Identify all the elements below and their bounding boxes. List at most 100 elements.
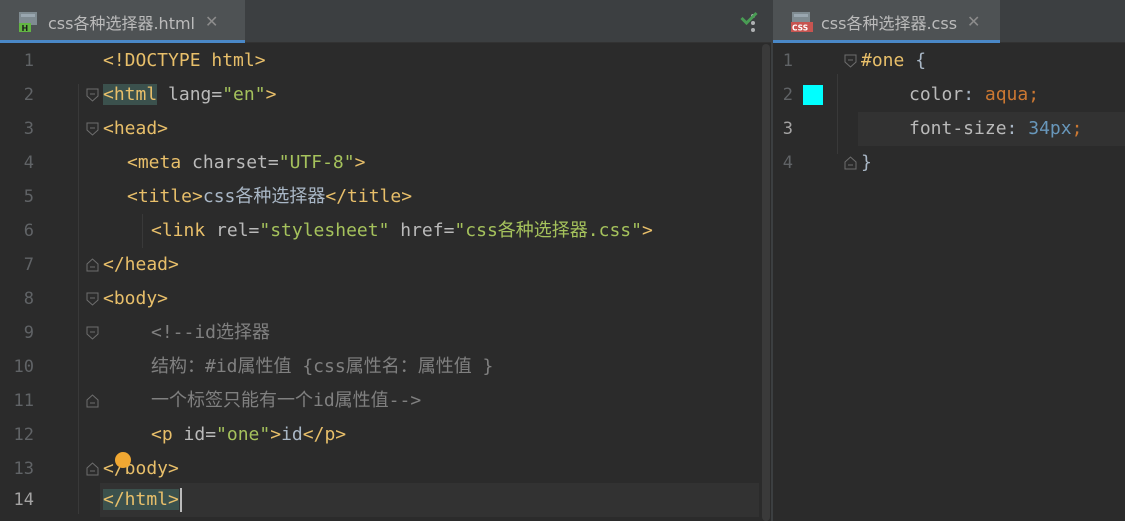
- attr-value: "stylesheet": [259, 220, 390, 241]
- css-line-1: #one {: [861, 44, 926, 78]
- attr-value: "en": [222, 84, 266, 105]
- css-line-4: }: [861, 146, 872, 180]
- title-text: css各种选择器: [202, 186, 326, 207]
- code-line-6: <link rel="stylesheet" href="css各种选择器.cs…: [151, 214, 653, 248]
- colon: :: [1006, 118, 1029, 139]
- html-close-tag: </html>: [103, 489, 179, 510]
- fold-open-icon[interactable]: [86, 326, 99, 340]
- code-line-3: <head>: [103, 112, 168, 146]
- fold-close-icon[interactable]: [86, 258, 99, 272]
- active-tab-indicator: [773, 40, 1000, 43]
- css-code-editor[interactable]: 1 2 3 4 #one { color: aqua; font-size: 3…: [773, 44, 1125, 521]
- fold-open-icon[interactable]: [86, 292, 99, 306]
- title-close-tag: </title>: [325, 186, 413, 207]
- open-brace: {: [904, 50, 927, 71]
- html-file-icon: H: [18, 11, 40, 33]
- css-file-icon: CSS: [791, 11, 813, 33]
- line-number: 11: [13, 391, 34, 411]
- head-close-tag: </head>: [103, 254, 179, 275]
- code-line-11: 一个标签只能有一个id属性值-->: [151, 384, 421, 418]
- code-line-4: <meta charset="UTF-8">: [127, 146, 365, 180]
- attr-name: rel=: [205, 220, 260, 241]
- close-icon[interactable]: ✕: [205, 12, 218, 31]
- attr-name: lang=: [157, 84, 223, 105]
- tab-html-file[interactable]: H css各种选择器.html ✕: [0, 0, 245, 43]
- line-number: 6: [23, 221, 34, 241]
- tab-css-title: css各种选择器.css: [821, 13, 958, 33]
- indent-guide: [78, 84, 79, 514]
- code-line-14: </html>: [103, 483, 182, 517]
- doctype: <!DOCTYPE html>: [103, 50, 266, 71]
- line-number: 3: [23, 119, 34, 139]
- line-number: 1: [23, 51, 34, 71]
- color-preview-swatch[interactable]: [803, 85, 823, 105]
- line-number: 10: [13, 357, 34, 377]
- line-number: 7: [23, 255, 34, 275]
- line-number: 5: [23, 187, 34, 207]
- html-code-editor[interactable]: 1 2 3 4 5 6 7 8 9 10 11 12 13 14 <!DOCTY…: [0, 44, 771, 521]
- indent-guide: [837, 74, 838, 154]
- attr-name: id=: [172, 424, 217, 445]
- line-number: 13: [13, 459, 34, 479]
- css-property: font-size: [909, 118, 1007, 139]
- css-property: color: [909, 84, 964, 105]
- fold-close-icon[interactable]: [86, 462, 99, 476]
- css-selector: #one: [861, 50, 905, 71]
- fold-open-icon[interactable]: [86, 122, 99, 136]
- comment: 结构：#id属性值 {css属性名：属性值 }: [151, 356, 494, 377]
- check-icon[interactable]: [740, 10, 758, 29]
- code-line-5: <title>css各种选择器</title>: [127, 180, 412, 214]
- p-close-tag: </p>: [302, 424, 347, 445]
- text-cursor: [179, 488, 182, 512]
- fold-open-icon[interactable]: [844, 54, 857, 68]
- svg-text:CSS: CSS: [792, 23, 808, 32]
- line-number: 1: [782, 51, 793, 71]
- colon: :: [963, 84, 985, 105]
- css-line-3: font-size: 34px;: [909, 112, 1082, 146]
- fold-open-icon[interactable]: [86, 88, 99, 102]
- line-number-current: 3: [782, 119, 793, 139]
- title-open-tag: <title>: [127, 186, 203, 207]
- body-open-tag: <body>: [103, 288, 169, 309]
- line-number: 2: [782, 85, 793, 105]
- attr-name: href=: [389, 220, 455, 241]
- p-text: id: [281, 424, 303, 445]
- intention-bulb-icon[interactable]: [115, 452, 131, 468]
- tag-close: >: [642, 220, 653, 241]
- html-open-tag: <html: [103, 84, 158, 105]
- code-line-7: </head>: [103, 248, 179, 282]
- css-value: aqua: [984, 84, 1029, 105]
- attr-name: charset=: [181, 152, 279, 173]
- comment: 一个标签只能有一个id属性值-->: [151, 390, 422, 411]
- tab-css-file[interactable]: CSS css各种选择器.css ✕: [773, 0, 1000, 43]
- html-editor-pane: H css各种选择器.html ✕ 1 2 3 4 5 6 7 8 9 10 1…: [0, 0, 771, 521]
- line-number-gutter: 1 2 3 4 5 6 7 8 9 10 11 12 13 14: [0, 44, 100, 521]
- line-number-gutter: 1 2 3 4: [773, 44, 858, 521]
- code-line-9: <!--id选择器: [151, 316, 270, 350]
- code-line-12: <p id="one">id</p>: [151, 418, 346, 452]
- svg-text:H: H: [22, 24, 29, 33]
- close-brace: }: [861, 152, 872, 173]
- line-number: 12: [13, 425, 34, 445]
- line-number: 4: [23, 153, 34, 173]
- code-line-10: 结构：#id属性值 {css属性名：属性值 }: [151, 350, 493, 384]
- code-line-8: <body>: [103, 282, 168, 316]
- attr-value: "UTF-8": [278, 152, 355, 173]
- html-editor-tabbar: H css各种选择器.html ✕: [0, 0, 771, 43]
- line-number: 4: [782, 153, 793, 173]
- vertical-scrollbar[interactable]: [759, 44, 771, 521]
- close-icon[interactable]: ✕: [967, 12, 980, 31]
- comment: <!--id选择器: [151, 322, 271, 343]
- link-tag: <link: [151, 220, 206, 241]
- indent-guide: [142, 214, 143, 248]
- tab-html-title: css各种选择器.html: [48, 13, 196, 33]
- scrollbar-thumb[interactable]: [762, 44, 770, 521]
- code-line-1: <!DOCTYPE html>: [103, 44, 266, 78]
- active-tab-indicator: [0, 40, 245, 43]
- attr-value: "css各种选择器.css": [454, 220, 642, 241]
- semicolon: ;: [1071, 118, 1083, 139]
- tag-close: >: [354, 152, 366, 173]
- fold-close-icon[interactable]: [844, 156, 857, 170]
- fold-close-icon[interactable]: [86, 394, 99, 408]
- css-editor-pane: CSS css各种选择器.css ✕ 1 2 3 4 #one { color:…: [773, 0, 1125, 521]
